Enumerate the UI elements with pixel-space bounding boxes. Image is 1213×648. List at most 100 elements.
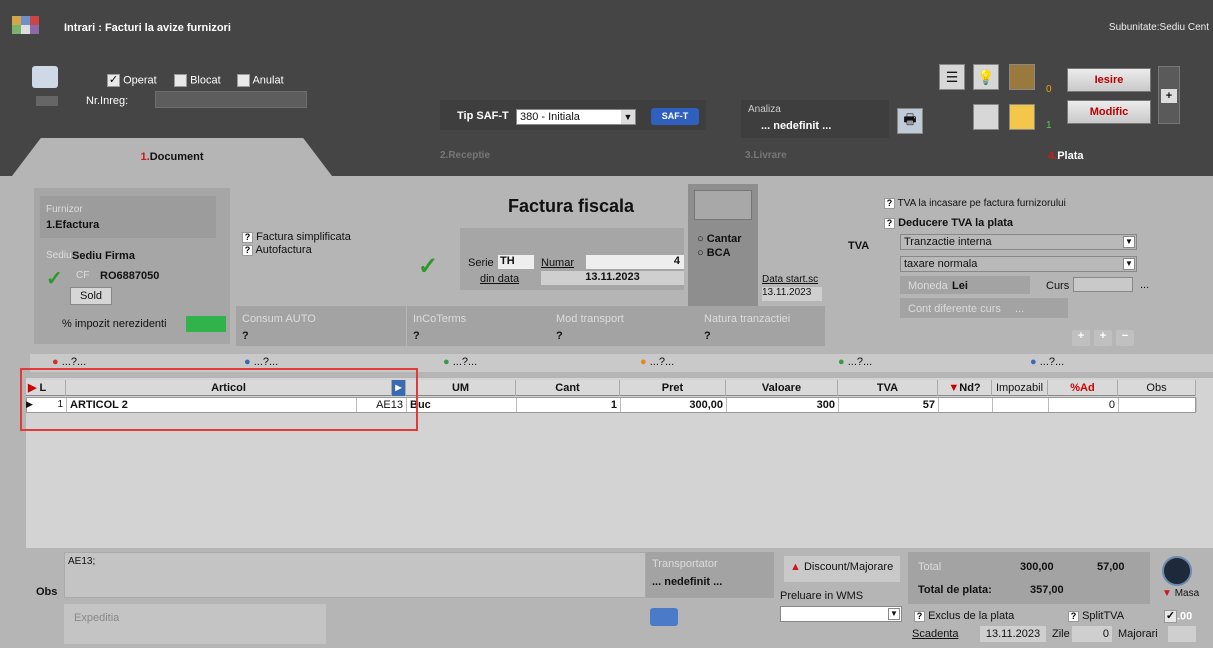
row-obs[interactable]: [1119, 398, 1197, 412]
autofactura-toggle[interactable]: ? Autofactura: [242, 244, 312, 256]
documents-icon[interactable]: [973, 104, 999, 130]
filter-3[interactable]: ● ...?...: [443, 356, 477, 368]
furnizor-value[interactable]: 1.Efactura: [46, 219, 99, 231]
tip-saft-select[interactable]: 380 - Initiala ▼: [516, 109, 636, 125]
col-um[interactable]: UM: [406, 380, 516, 396]
col-cant[interactable]: Cant: [516, 380, 620, 396]
curs-more-button[interactable]: ...: [1140, 279, 1149, 291]
row-cant[interactable]: 1: [517, 398, 621, 412]
filter-6[interactable]: ● ...?...: [1030, 356, 1064, 368]
col-impozabil[interactable]: Impozabil: [992, 380, 1048, 396]
moneda-value[interactable]: Lei: [952, 280, 968, 292]
tab-receptie[interactable]: 2.Receptie: [440, 150, 490, 161]
total-plata-label: Total de plata:: [918, 584, 992, 596]
tab-plata[interactable]: 4.Plata: [1048, 150, 1083, 162]
impozit-input[interactable]: [186, 316, 226, 332]
row-valoare[interactable]: 300: [727, 398, 839, 412]
insert-icon[interactable]: +: [1094, 330, 1112, 346]
truck-icon[interactable]: [650, 608, 678, 626]
col-valoare[interactable]: Valoare: [726, 380, 838, 396]
row-um[interactable]: Buc: [407, 398, 517, 412]
operat-checkbox[interactable]: ✓ Operat: [107, 74, 157, 87]
col-ad[interactable]: %Ad: [1048, 380, 1118, 396]
majorari-input[interactable]: [1168, 626, 1196, 642]
obs-textarea[interactable]: AE13;: [64, 552, 646, 598]
folder-icon[interactable]: [1009, 104, 1035, 130]
din-data-input[interactable]: 13.11.2023: [541, 271, 684, 285]
factura-simplificata-toggle[interactable]: ? Factura simplificata: [242, 231, 351, 243]
scadenta-label: Scadenta: [912, 628, 959, 640]
natura-value[interactable]: ?: [704, 330, 711, 342]
scroll-stepper[interactable]: +: [1158, 66, 1180, 124]
consum-value[interactable]: ?: [242, 330, 249, 342]
col-nd[interactable]: ▼Nd?: [938, 380, 992, 396]
col-tva[interactable]: TVA: [838, 380, 938, 396]
remove-icon[interactable]: −: [1116, 330, 1134, 346]
tranzactie-select[interactable]: Tranzactie interna ▼: [900, 234, 1137, 250]
row-tva[interactable]: 57: [839, 398, 939, 412]
taxare-select[interactable]: taxare normala ▼: [900, 256, 1137, 272]
scadenta-input[interactable]: 13.11.2023: [980, 626, 1046, 642]
row-impozabil[interactable]: [993, 398, 1049, 412]
tab-livrare[interactable]: 3.Livrare: [745, 150, 787, 161]
chevron-down-icon: ▼: [888, 608, 900, 620]
saft-badge-button[interactable]: SAF-T: [651, 108, 699, 125]
mod-transport-value[interactable]: ?: [556, 330, 563, 342]
printer-icon[interactable]: 🖶: [897, 108, 923, 134]
filter-1[interactable]: ● ...?...: [52, 356, 86, 368]
transportator-value[interactable]: ... nedefinit ...: [652, 576, 722, 588]
cantar-radio[interactable]: ○ Cantar: [697, 233, 742, 245]
split-tva-toggle[interactable]: ? SplitTVA: [1068, 610, 1124, 622]
sold-button[interactable]: Sold: [70, 287, 112, 305]
clock-icon[interactable]: [1162, 556, 1192, 586]
list-icon[interactable]: ☰: [939, 64, 965, 90]
tab-document[interactable]: 1. Document: [12, 138, 332, 176]
scale-icon[interactable]: [694, 190, 752, 220]
home-icon[interactable]: [32, 66, 58, 88]
total-value: 300,00: [1020, 561, 1054, 573]
add-icon[interactable]: +: [1072, 330, 1090, 346]
sediu-value[interactable]: Sediu Firma: [72, 250, 135, 262]
masa-toggle[interactable]: ▼ Masa: [1162, 588, 1199, 599]
deducere-tva-toggle[interactable]: ? Deducere TVA la plata: [884, 217, 1013, 229]
discount-button[interactable]: ▲ Discount/Majorare: [790, 561, 893, 573]
data-start-input[interactable]: 13.11.2023: [762, 287, 822, 301]
iesire-button[interactable]: Iesire: [1067, 68, 1151, 92]
check-icon: ✓: [46, 268, 63, 290]
cf-label: CF: [76, 270, 90, 281]
numar-input[interactable]: 4: [586, 255, 684, 269]
exclus-plata-toggle[interactable]: ? Exclus de la plata: [914, 610, 1014, 622]
incoterms-label: InCoTerms: [413, 313, 467, 325]
row-nd[interactable]: [939, 398, 993, 412]
cont-diferente-more[interactable]: ...: [1015, 303, 1024, 315]
zile-input[interactable]: 0: [1072, 626, 1112, 642]
incoterms-value[interactable]: ?: [413, 330, 420, 342]
row-pret[interactable]: 300,00: [621, 398, 727, 412]
serie-input[interactable]: TH: [498, 255, 534, 269]
analiza-value[interactable]: ... nedefinit ...: [761, 120, 831, 132]
col-obs[interactable]: Obs: [1118, 380, 1196, 396]
bca-radio[interactable]: ○ BCA: [697, 247, 731, 259]
plus-icon[interactable]: +: [1161, 89, 1177, 103]
tva-incasare-toggle[interactable]: ? TVA la incasare pe factura furnizorulu…: [884, 198, 1066, 209]
expeditia-dropdown[interactable]: Expeditia: [74, 612, 119, 624]
notes-icon[interactable]: [1009, 64, 1035, 90]
nr-inreg-input[interactable]: [155, 91, 307, 108]
preluare-wms-select[interactable]: ▼: [780, 606, 902, 622]
lightbulb-icon[interactable]: 💡: [973, 64, 999, 90]
modific-button[interactable]: Modific: [1067, 100, 1151, 124]
total-tva: 57,00: [1097, 561, 1125, 573]
curs-input[interactable]: [1073, 277, 1133, 292]
blocat-label: Blocat: [190, 74, 221, 87]
col-pret[interactable]: Pret: [620, 380, 726, 396]
doc-title: Factura fiscala: [508, 196, 635, 216]
filter-5[interactable]: ● ...?...: [838, 356, 872, 368]
filter-4[interactable]: ● ...?...: [640, 356, 674, 368]
blocat-checkbox[interactable]: Blocat: [174, 74, 221, 87]
decimal-toggle[interactable]: ✓ .00: [1164, 610, 1192, 623]
filter-2[interactable]: ● ...?...: [244, 356, 278, 368]
numar-label: Numar: [541, 257, 575, 269]
row-ad[interactable]: 0: [1049, 398, 1119, 412]
consum-label: Consum AUTO: [242, 313, 316, 325]
anulat-checkbox[interactable]: Anulat: [237, 74, 284, 87]
